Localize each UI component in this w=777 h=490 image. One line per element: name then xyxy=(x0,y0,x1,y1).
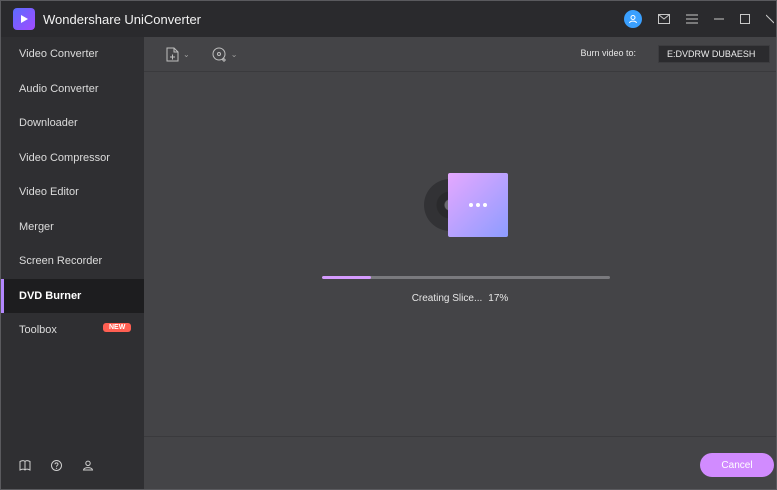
processing-card-icon xyxy=(448,173,508,237)
toolbar: ⌄ ⌄ Burn video to: E:DVDRW DUBAESH xyxy=(144,37,776,72)
sidebar-item-label: Screen Recorder xyxy=(19,255,103,268)
status-text: Creating Slice... xyxy=(411,293,483,304)
cancel-button[interactable]: Cancel xyxy=(700,453,774,477)
load-disc-button[interactable]: ⌄ xyxy=(212,47,238,62)
maximize-icon[interactable] xyxy=(740,14,750,24)
guide-book-icon[interactable] xyxy=(19,460,31,471)
sidebar-item-label: Video Compressor xyxy=(19,151,110,164)
app-logo-icon xyxy=(13,8,35,30)
message-icon[interactable] xyxy=(658,14,670,24)
footer: Cancel xyxy=(144,436,776,489)
sidebar-item-merger[interactable]: Merger xyxy=(1,210,144,245)
menu-icon[interactable] xyxy=(686,14,698,24)
sidebar-item-video-converter[interactable]: Video Converter xyxy=(1,37,144,72)
sidebar-item-label: Downloader xyxy=(19,117,78,130)
chevron-down-icon: ⌄ xyxy=(230,49,238,59)
sidebar-item-label: Toolbox xyxy=(19,324,57,337)
sidebar-item-screen-recorder[interactable]: Screen Recorder xyxy=(1,244,144,279)
sidebar-item-label: Merger xyxy=(19,220,54,233)
sidebar-item-downloader[interactable]: Downloader xyxy=(1,106,144,141)
progress-status: Creating Slice... 17% xyxy=(144,293,776,304)
burning-disc-illustration xyxy=(424,173,509,237)
sidebar-item-toolbox[interactable]: Toolbox NEW xyxy=(1,313,144,348)
close-icon[interactable] xyxy=(766,14,774,24)
sidebar-item-video-compressor[interactable]: Video Compressor xyxy=(1,141,144,176)
app-window: Wondershare UniConverter Video Converter xyxy=(0,0,777,490)
sidebar-item-label: Video Converter xyxy=(19,48,99,61)
sidebar: Video Converter Audio Converter Download… xyxy=(1,37,144,489)
sidebar-item-audio-converter[interactable]: Audio Converter xyxy=(1,72,144,107)
load-disc-icon xyxy=(212,47,227,62)
help-icon[interactable] xyxy=(51,460,62,471)
community-icon[interactable] xyxy=(82,460,94,471)
burn-target-label: Burn video to: xyxy=(580,48,636,58)
burn-target-value: E:DVDRW DUBAESH xyxy=(667,49,756,59)
burn-target-select[interactable]: E:DVDRW DUBAESH xyxy=(658,45,770,63)
new-badge: NEW xyxy=(103,323,132,332)
progress-percent: 17% xyxy=(488,293,509,304)
add-file-icon xyxy=(166,47,179,62)
add-file-button[interactable]: ⌄ xyxy=(166,47,190,62)
title-bar: Wondershare UniConverter xyxy=(1,1,776,37)
chevron-down-icon: ⌄ xyxy=(183,49,190,59)
sidebar-item-video-editor[interactable]: Video Editor xyxy=(1,175,144,210)
main-panel: ⌄ ⌄ Burn video to: E:DVDRW DUBAESH Creat… xyxy=(144,37,776,489)
sidebar-item-label: Audio Converter xyxy=(19,82,99,95)
account-icon[interactable] xyxy=(624,10,642,28)
sidebar-item-label: DVD Burner xyxy=(19,289,82,302)
progress-bar-fill xyxy=(322,276,371,279)
progress-bar xyxy=(322,276,610,279)
minimize-icon[interactable] xyxy=(714,14,724,24)
sidebar-item-label: Video Editor xyxy=(19,186,79,199)
sidebar-item-dvd-burner[interactable]: DVD Burner xyxy=(1,278,144,313)
app-title: Wondershare UniConverter xyxy=(43,11,201,27)
